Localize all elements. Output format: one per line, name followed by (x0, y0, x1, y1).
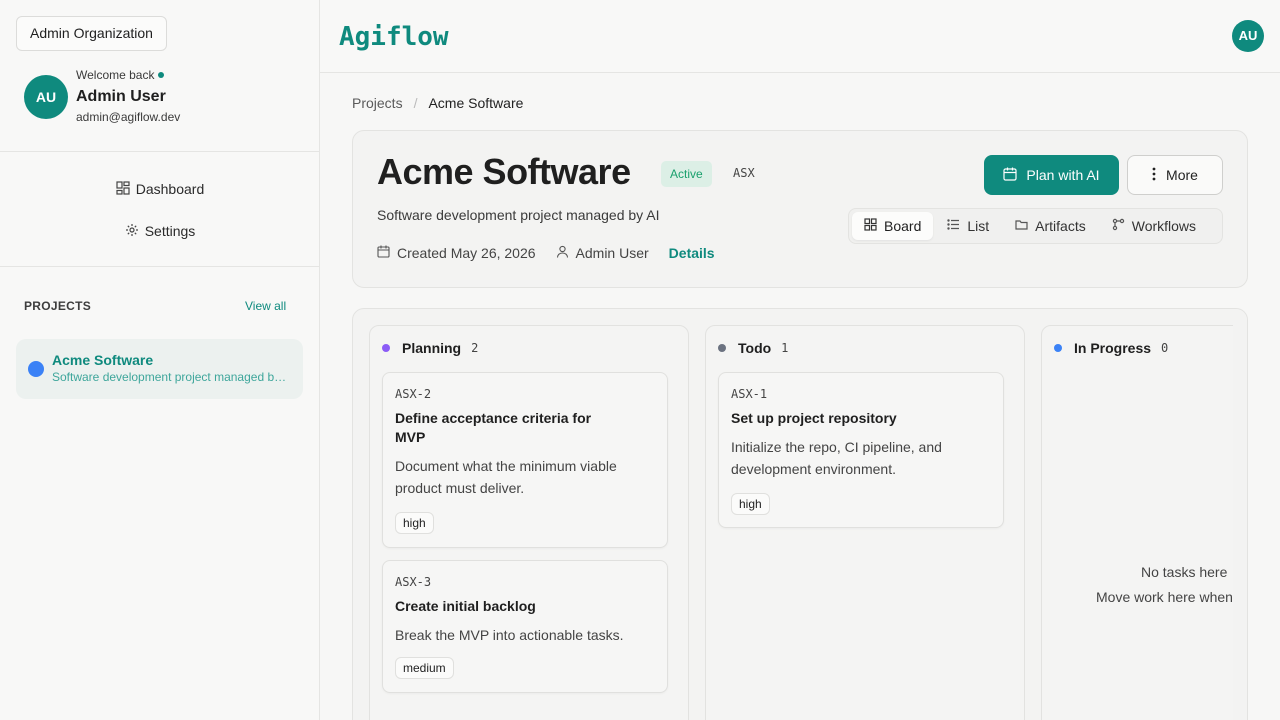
tab-board[interactable]: Board (852, 212, 934, 240)
tab-artifacts-label: Artifacts (1035, 218, 1086, 234)
task-key: ASX-1 (731, 387, 768, 401)
breadcrumb-projects[interactable]: Projects (352, 95, 403, 111)
column-header: Todo 1 (718, 340, 788, 356)
column-color-dot (718, 344, 726, 352)
user-profile: AU Welcome back Admin User admin@agiflow… (24, 66, 304, 128)
priority-badge: high (731, 493, 770, 515)
column-count: 0 (1161, 341, 1169, 355)
tab-artifacts[interactable]: Artifacts (1003, 212, 1098, 240)
app-logo[interactable]: Agiflow (339, 22, 449, 52)
vertical-dots-icon (1152, 167, 1156, 184)
board-scroll-edge (1233, 309, 1247, 720)
nav-dashboard-label: Dashboard (135, 181, 205, 197)
avatar[interactable]: AU (24, 75, 68, 119)
column-color-dot (382, 344, 390, 352)
owner-name: Admin User (575, 245, 649, 261)
user-email: admin@agiflow.dev (76, 110, 181, 124)
more-button[interactable]: More (1127, 155, 1223, 195)
tab-workflows[interactable]: Workflows (1100, 212, 1208, 240)
tab-list-label: List (967, 218, 990, 234)
sidebar-project-item[interactable]: Acme Software Software development proje… (16, 339, 303, 399)
project-description: Software development project managed by … (377, 207, 660, 223)
more-label: More (1166, 167, 1198, 183)
dashboard-icon (116, 180, 130, 198)
task-title: Define acceptance criteria for MVP (395, 410, 592, 445)
task-description: Document what the minimum viable product… (395, 458, 617, 496)
view-switcher: Board List Artifacts Workflows (848, 208, 1223, 244)
kanban-board: Planning 2 ASX-2 Define acceptance crite… (352, 308, 1248, 720)
project-color-dot (28, 361, 44, 377)
task-key: ASX-2 (395, 387, 432, 401)
view-all-projects-link[interactable]: View all (245, 299, 286, 313)
task-title: Set up project repository (731, 410, 897, 426)
organization-switcher[interactable]: Admin Organization (16, 16, 167, 51)
nav-settings[interactable]: Settings (0, 216, 320, 246)
board-column-in-progress: In Progress 0 No tasks here Move work he… (1041, 325, 1247, 720)
calendar-icon (1003, 167, 1018, 184)
column-header: Planning 2 (382, 340, 478, 356)
priority-badge: high (395, 512, 434, 534)
task-description: Break the MVP into actionable tasks. (395, 627, 624, 643)
nav-settings-label: Settings (144, 223, 196, 239)
folder-icon (1015, 218, 1028, 234)
top-bar: Agiflow AU (320, 0, 1280, 73)
tab-workflows-label: Workflows (1131, 218, 1197, 234)
projects-section-label: PROJECTS (24, 299, 92, 313)
priority-badge: medium (395, 657, 454, 679)
welcome-label: Welcome back (76, 68, 155, 82)
board-column-planning: Planning 2 ASX-2 Define acceptance crite… (369, 325, 689, 720)
user-icon (556, 245, 576, 261)
status-badge: Active (661, 161, 712, 187)
column-count: 2 (471, 341, 479, 355)
calendar-icon (377, 245, 397, 261)
project-owner: Admin User (556, 245, 649, 261)
user-avatar-button[interactable]: AU (1232, 20, 1264, 52)
breadcrumb-separator: / (413, 95, 418, 111)
plan-with-ai-button[interactable]: Plan with AI (984, 155, 1119, 195)
empty-state-hint: Move work here when (1096, 589, 1233, 605)
task-card[interactable]: ASX-1 Set up project repository Initiali… (718, 372, 1004, 528)
task-card[interactable]: ASX-3 Create initial backlog Break the M… (382, 560, 668, 693)
sidebar: Admin Organization AU Welcome back Admin… (0, 0, 320, 720)
divider (0, 151, 320, 152)
task-title: Create initial backlog (395, 598, 536, 614)
created-date-text: Created May 26, 2026 (397, 245, 536, 261)
divider (0, 266, 320, 267)
welcome-text: Welcome back (76, 68, 165, 82)
column-count: 1 (781, 341, 789, 355)
tab-board-label: Board (884, 218, 922, 234)
column-header: In Progress 0 (1054, 340, 1168, 356)
breadcrumb: Projects / Acme Software (352, 95, 523, 111)
gear-icon (125, 223, 139, 240)
page-title: Acme Software (377, 151, 631, 192)
board-column-todo: Todo 1 ASX-1 Set up project repository I… (705, 325, 1025, 720)
grid-icon (864, 218, 877, 234)
breadcrumb-current: Acme Software (428, 95, 524, 111)
column-name: Todo (738, 340, 772, 356)
empty-state-title: No tasks here (1141, 564, 1228, 580)
list-icon (947, 218, 960, 234)
column-name: Planning (402, 340, 462, 356)
project-header: Acme Software Active ASX Software develo… (352, 130, 1248, 288)
sidebar-project-name: Acme Software (52, 352, 154, 368)
sidebar-project-description: Software development project managed by … (52, 370, 292, 384)
nav-dashboard[interactable]: Dashboard (0, 174, 320, 204)
column-color-dot (1054, 344, 1062, 352)
user-name: Admin User (76, 88, 166, 105)
online-status-dot (158, 72, 165, 78)
task-description: Initialize the repo, CI pipeline, and de… (731, 439, 942, 477)
tab-list[interactable]: List (935, 212, 1001, 240)
project-key: ASX (733, 166, 755, 180)
created-date: Created May 26, 2026 (377, 245, 536, 261)
task-key: ASX-3 (395, 575, 432, 589)
project-meta: Created May 26, 2026 Admin User Details (377, 245, 715, 261)
plan-with-ai-label: Plan with AI (1026, 167, 1100, 183)
column-name: In Progress (1074, 340, 1152, 356)
details-link[interactable]: Details (669, 245, 715, 261)
workflow-icon (1112, 218, 1125, 234)
task-card[interactable]: ASX-2 Define acceptance criteria for MVP… (382, 372, 668, 548)
